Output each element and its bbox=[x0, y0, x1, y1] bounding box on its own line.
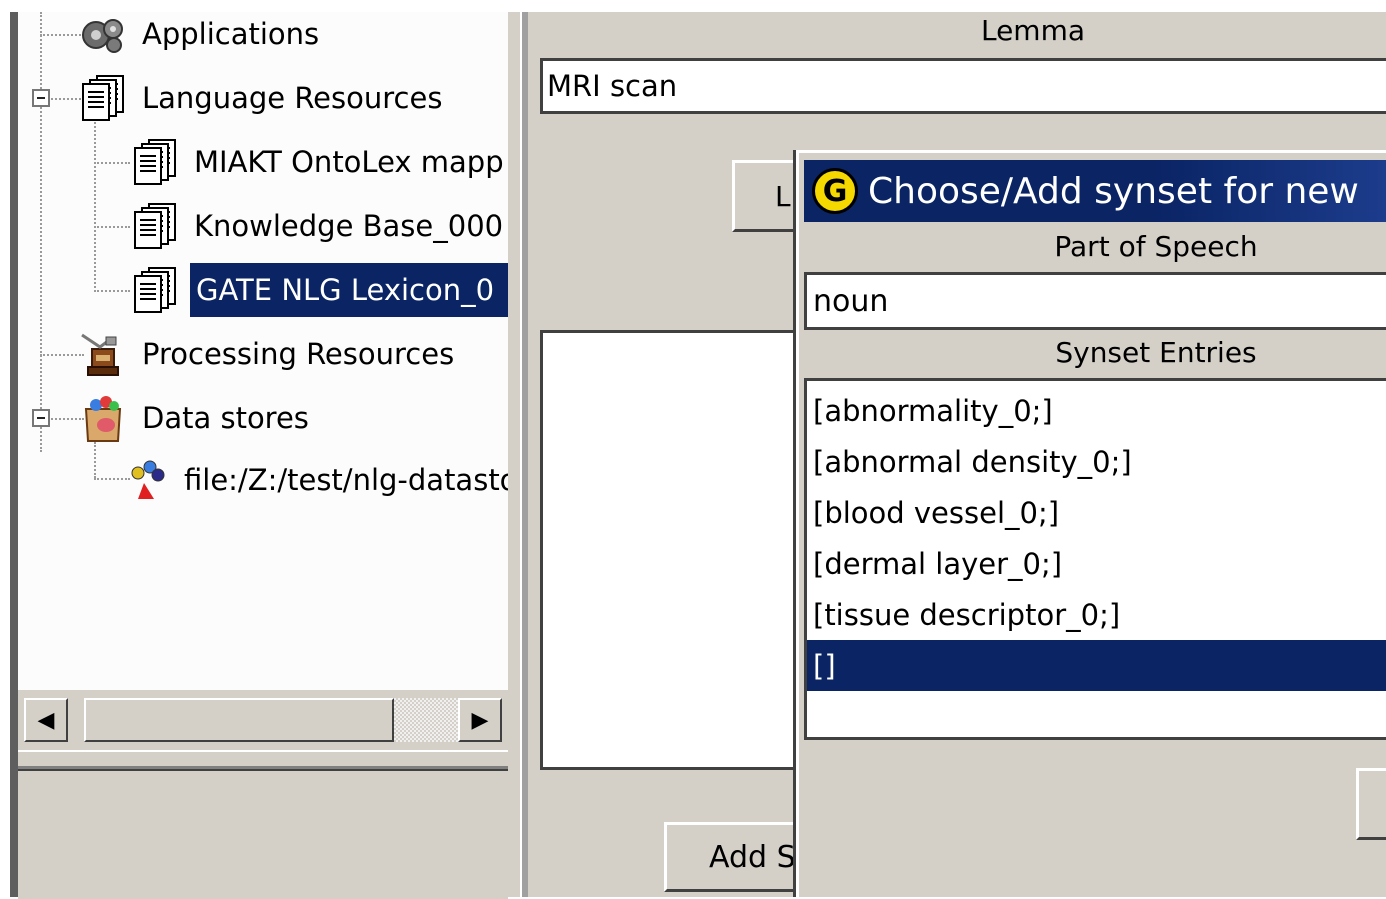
tree-line bbox=[94, 226, 130, 228]
applications-icon bbox=[78, 12, 128, 59]
scroll-left-button[interactable]: ◀ bbox=[24, 698, 68, 742]
tree-item-label: Knowledge Base_000 bbox=[194, 209, 504, 243]
document-stack-icon bbox=[130, 201, 180, 251]
add-synset-button-label: Add S bbox=[709, 839, 796, 875]
document-stack-icon bbox=[130, 265, 180, 315]
tree-item-knowledge-base[interactable]: Knowledge Base_000 bbox=[130, 198, 508, 254]
synset-entry[interactable]: [blood vessel_0;] bbox=[807, 487, 1386, 538]
lemma-label: Lemma bbox=[980, 14, 1086, 47]
tree-item-applications[interactable]: Applications bbox=[78, 12, 325, 62]
part-of-speech-field[interactable]: noun bbox=[804, 272, 1386, 330]
tree-border bbox=[10, 12, 18, 897]
tree-line bbox=[94, 442, 96, 478]
tree-item-datastore-file[interactable]: file:/Z:/test/nlg-datastor bbox=[130, 452, 508, 508]
split-divider-line bbox=[520, 12, 528, 897]
tree-item-label: GATE NLG Lexicon_0 bbox=[190, 263, 508, 317]
dialog-ok-button[interactable] bbox=[1356, 768, 1386, 840]
synset-entry[interactable]: [abnormal density_0;] bbox=[807, 436, 1386, 487]
document-stack-icon bbox=[130, 137, 180, 187]
synset-entries-label: Synset Entries bbox=[1055, 336, 1257, 369]
tree-line bbox=[94, 162, 130, 164]
bottom-left-panel bbox=[18, 769, 508, 899]
part-of-speech-label: Part of Speech bbox=[1054, 230, 1258, 263]
data-stores-icon bbox=[78, 393, 128, 443]
tree-item-label: Processing Resources bbox=[142, 337, 455, 371]
dialog-title: Choose/Add synset for new bbox=[868, 170, 1359, 212]
collapse-language-resources-toggle[interactable] bbox=[32, 89, 50, 107]
tree-line bbox=[94, 478, 130, 480]
tree-item-label: MIAKT OntoLex mapp bbox=[194, 145, 504, 179]
senses-list[interactable] bbox=[540, 330, 800, 770]
tree-item-miakt-ontolex[interactable]: MIAKT OntoLex mapp bbox=[130, 134, 508, 190]
synset-entries-list[interactable]: [abnormality_0;] [abnormal density_0;] [… bbox=[804, 378, 1386, 740]
tree-line bbox=[94, 122, 96, 292]
tree-item-language-resources[interactable]: Language Resources bbox=[78, 70, 448, 126]
collapse-data-stores-toggle[interactable] bbox=[32, 409, 50, 427]
scroll-right-button[interactable]: ▶ bbox=[458, 698, 502, 742]
tree-item-data-stores[interactable]: Data stores bbox=[78, 390, 315, 446]
synset-entry-selected[interactable]: [] bbox=[807, 640, 1386, 691]
window-edge bbox=[0, 0, 10, 897]
dialog-title-bar[interactable]: G Choose/Add synset for new bbox=[804, 160, 1386, 222]
tree-item-label: file:/Z:/test/nlg-datastor bbox=[184, 463, 508, 497]
tree-line bbox=[94, 290, 130, 292]
datastore-file-icon bbox=[130, 455, 170, 505]
processing-resources-icon bbox=[78, 329, 128, 379]
resource-tree[interactable]: Applications Language Resources MIAKT On… bbox=[18, 12, 508, 690]
tree-item-label: Data stores bbox=[142, 401, 309, 435]
tree-item-gate-nlg-lexicon[interactable]: GATE NLG Lexicon_0 bbox=[130, 262, 508, 318]
horizontal-split-divider[interactable] bbox=[18, 752, 514, 769]
synset-entry[interactable]: [abnormality_0;] bbox=[807, 385, 1386, 436]
scrollbar-track[interactable] bbox=[394, 698, 464, 742]
arrow-right-icon: ▶ bbox=[471, 707, 489, 733]
arrow-left-icon: ◀ bbox=[37, 707, 55, 733]
language-resources-icon bbox=[78, 73, 128, 123]
lemma-input[interactable]: MRI scan bbox=[540, 58, 1386, 114]
synset-entry[interactable]: [dermal layer_0;] bbox=[807, 538, 1386, 589]
tree-horizontal-scrollbar[interactable]: ◀ ▶ bbox=[18, 690, 508, 750]
gate-logo-icon: G bbox=[812, 168, 858, 214]
scrollbar-thumb[interactable] bbox=[84, 698, 394, 742]
tree-item-label: Applications bbox=[142, 17, 320, 51]
tree-item-processing-resources[interactable]: Processing Resources bbox=[78, 326, 460, 382]
lookup-button-label: L bbox=[775, 179, 791, 213]
tree-line bbox=[40, 12, 42, 452]
synset-entry[interactable]: [tissue descriptor_0;] bbox=[807, 589, 1386, 640]
tree-item-label: Language Resources bbox=[142, 81, 443, 115]
